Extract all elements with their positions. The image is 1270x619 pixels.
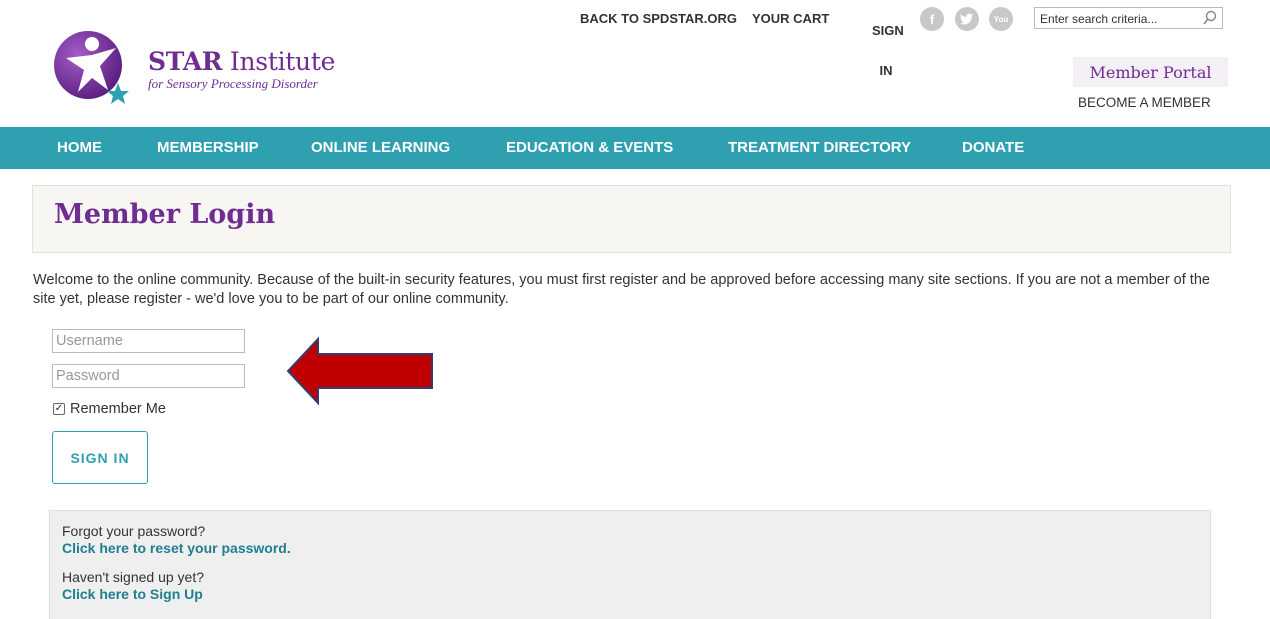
sign-in-link[interactable]: SIGN IN: [872, 11, 904, 91]
nav-education-events[interactable]: EDUCATION & EVENTS: [506, 127, 673, 169]
site-header: STAR Institute for Sensory Processing Di…: [0, 0, 1270, 127]
reset-password-link[interactable]: Click here to reset your password.: [62, 540, 291, 556]
intro-text: Welcome to the online community. Because…: [33, 272, 1210, 307]
password-field: [52, 364, 245, 388]
member-portal-button[interactable]: Member Portal: [1073, 57, 1228, 87]
twitter-bird-glyph: [960, 13, 973, 25]
page-title-box: Member Login: [32, 185, 1231, 253]
facebook-icon[interactable]: f: [920, 7, 944, 31]
nav-home[interactable]: HOME: [57, 127, 102, 169]
password-input[interactable]: [53, 365, 244, 387]
search-icon[interactable]: [1203, 10, 1217, 26]
brand-tagline: for Sensory Processing Disorder: [148, 76, 318, 91]
username-field: [52, 329, 245, 353]
nav-treatment-directory[interactable]: TREATMENT DIRECTORY: [728, 127, 911, 169]
nav-online-learning[interactable]: ONLINE LEARNING: [311, 127, 450, 169]
remember-me[interactable]: ✓ Remember Me: [53, 401, 166, 417]
page-title: Member Login: [54, 199, 276, 230]
youtube-icon[interactable]: You: [989, 7, 1013, 31]
sign-in-button[interactable]: SIGN IN: [52, 431, 148, 484]
become-a-member-link[interactable]: BECOME A MEMBER: [1078, 95, 1211, 110]
remember-me-label: Remember Me: [70, 401, 166, 417]
brand-name: STAR Institute: [148, 47, 336, 76]
remember-me-checkbox[interactable]: ✓: [53, 403, 65, 415]
help-box: Forgot your password? Click here to rese…: [49, 510, 1211, 619]
back-to-spdstar-link[interactable]: BACK TO SPDSTAR.ORG: [580, 11, 737, 26]
main-nav: HOME MEMBERSHIP ONLINE LEARNING EDUCATIO…: [0, 127, 1270, 169]
your-cart-link[interactable]: YOUR CART: [752, 11, 829, 26]
nav-donate[interactable]: DONATE: [962, 127, 1024, 169]
search-box: [1034, 7, 1223, 29]
search-input[interactable]: [1035, 9, 1195, 29]
left-arrow-annotation: [286, 336, 433, 406]
signup-question: Haven't signed up yet?: [62, 569, 204, 585]
sign-up-link[interactable]: Click here to Sign Up: [62, 586, 203, 602]
username-input[interactable]: [53, 330, 244, 352]
forgot-password-question: Forgot your password?: [62, 523, 206, 539]
brand-text[interactable]: STAR Institute for Sensory Processing Di…: [148, 48, 335, 92]
twitter-icon[interactable]: [955, 7, 979, 31]
star-institute-logo[interactable]: [52, 28, 132, 112]
nav-membership[interactable]: MEMBERSHIP: [157, 127, 259, 169]
